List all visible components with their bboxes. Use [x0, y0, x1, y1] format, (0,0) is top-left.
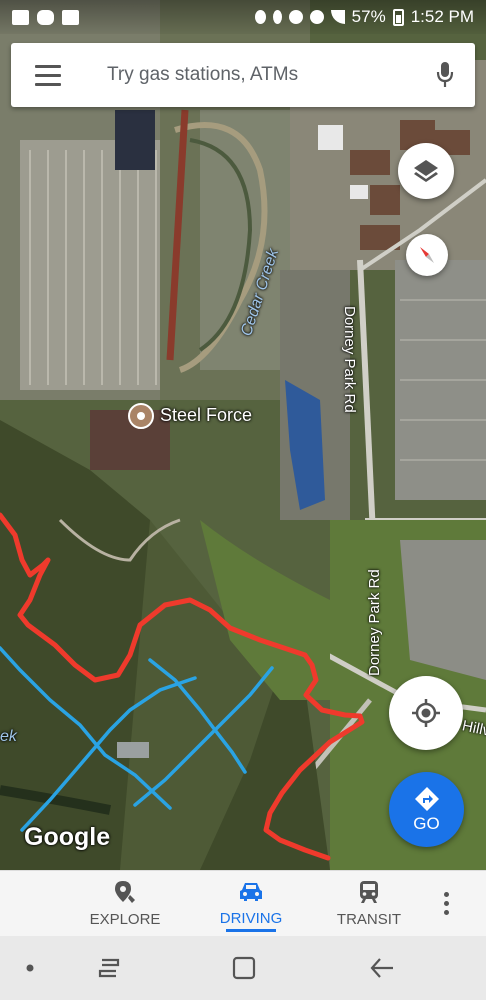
battery-icon: [392, 8, 404, 26]
system-icons: 57% 1:52 PM: [254, 7, 474, 27]
nfc-icon: [87, 10, 92, 25]
compass-icon: [420, 247, 434, 263]
bluetooth-icon: [272, 10, 282, 24]
tab-label: EXPLORE: [89, 910, 161, 928]
explore-pin-icon: [115, 880, 135, 903]
road-label: Dorney Park Rd: [366, 569, 383, 676]
tab-explore[interactable]: EXPLORE: [60, 871, 190, 936]
wifi-icon: [309, 10, 324, 24]
go-label: GO: [413, 813, 440, 833]
tab-label: DRIVING: [219, 909, 283, 927]
layers-icon: [414, 160, 438, 182]
my-location-button[interactable]: [389, 676, 463, 750]
tab-label: TRANSIT: [336, 910, 402, 928]
clock: 1:52 PM: [410, 7, 474, 26]
more-options-icon[interactable]: [426, 871, 466, 936]
microphone-icon[interactable]: [415, 43, 475, 107]
signal-icon: [330, 10, 345, 24]
battery-percent: 57%: [351, 7, 386, 26]
bottom-tab-bar: EXPLORE DRIVING TRANSIT: [0, 870, 486, 936]
location-icon: [254, 10, 266, 24]
road-label: Dorney Park Rd: [341, 306, 358, 413]
system-navigation-bar: [0, 936, 486, 1000]
home-icon: [232, 956, 256, 980]
back-arrow-icon: [370, 958, 393, 978]
nav-dot-icon: [24, 962, 36, 974]
poi-label[interactable]: Steel Force: [160, 405, 252, 426]
directions-icon: [414, 786, 439, 811]
crosshair-icon: [412, 699, 440, 727]
poi-marker-icon[interactable]: [128, 403, 154, 429]
recent-apps-button[interactable]: [92, 952, 126, 984]
tab-driving[interactable]: DRIVING: [200, 871, 302, 936]
layers-button[interactable]: [398, 143, 454, 199]
home-button[interactable]: [226, 950, 262, 986]
go-button[interactable]: GO: [389, 772, 464, 847]
search-box: [11, 43, 475, 107]
back-button[interactable]: [364, 950, 400, 986]
google-logo: Google: [24, 823, 111, 851]
image-icon: [62, 9, 79, 25]
snapchat-icon: [37, 9, 54, 25]
notification-icons: [12, 9, 92, 25]
train-icon: [360, 880, 378, 903]
car-icon: [240, 882, 262, 901]
recent-apps-icon: [98, 958, 120, 978]
compass-button[interactable]: [406, 234, 448, 276]
menu-icon[interactable]: [11, 43, 85, 107]
message-icon: [12, 9, 29, 25]
creek-edge-label: ek: [0, 728, 17, 745]
search-input[interactable]: [85, 64, 415, 86]
tab-transit[interactable]: TRANSIT: [312, 871, 426, 936]
status-bar: 57% 1:52 PM: [0, 0, 486, 34]
mute-icon: [288, 10, 303, 24]
